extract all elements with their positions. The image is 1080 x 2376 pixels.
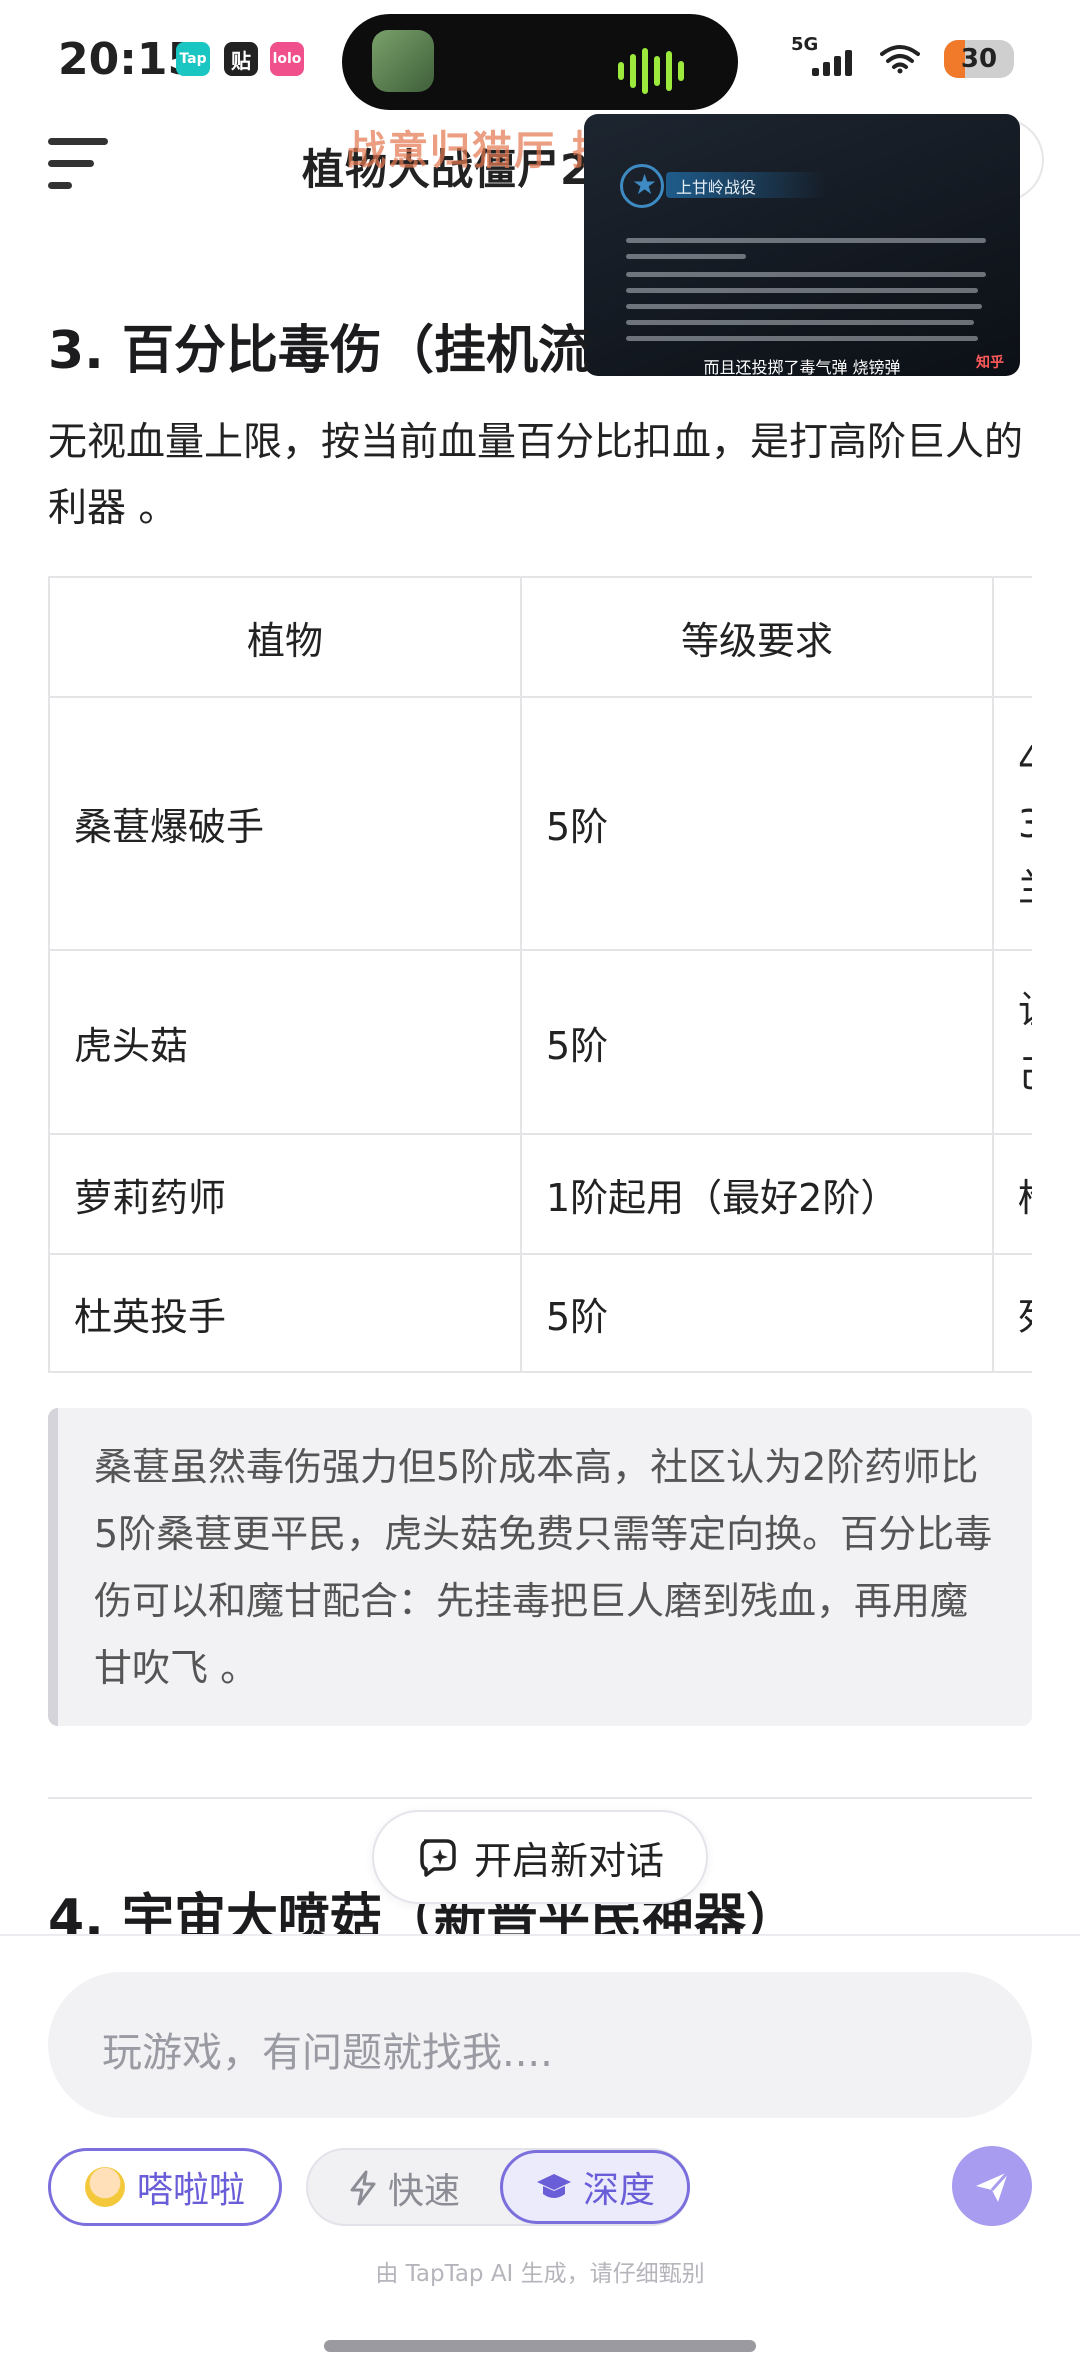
video-text-line bbox=[626, 288, 978, 293]
video-text-line bbox=[626, 320, 974, 325]
table-cell-level: 1阶起用（最好2阶） bbox=[520, 1133, 994, 1255]
table-cell-effect: 死 bbox=[992, 1253, 1032, 1373]
chat-input-placeholder: 玩游戏，有问题就找我.... bbox=[102, 2030, 553, 2076]
persona-avatar bbox=[84, 2167, 125, 2207]
signal-icon bbox=[812, 50, 852, 76]
table-cell-plant: 桑葚爆破手 bbox=[48, 696, 522, 951]
table-cell-effect: 4 3 兰 bbox=[992, 696, 1032, 951]
lolo-notification-icon: lolo bbox=[270, 42, 304, 76]
video-text-line bbox=[626, 304, 982, 309]
new-chat-label: 开启新对话 bbox=[473, 1838, 664, 1883]
video-text-line bbox=[626, 254, 746, 259]
dynamic-island[interactable] bbox=[342, 14, 738, 110]
floating-video-player[interactable]: ★ 上甘岭战役 而且还投掷了毒气弹 烧镑弹 知乎 bbox=[584, 114, 1020, 376]
note-blockquote: 桑葚虽然毒伤强力但5阶成本高，社区认为2阶药师比5阶桑葚更平民，虎头菇免费只需等… bbox=[48, 1408, 1032, 1726]
tieba-notification-icon: 贴 bbox=[224, 42, 258, 76]
video-text-line bbox=[626, 272, 986, 277]
section-heading-3: 3. 百分比毒伤（挂机流 bbox=[48, 321, 591, 381]
table-cell-level: 5阶 bbox=[520, 696, 994, 951]
taptap-notification-icon: Tap bbox=[176, 42, 210, 76]
home-indicator[interactable] bbox=[324, 2340, 756, 2352]
mode-fast-button[interactable]: 快速 bbox=[348, 2162, 460, 2214]
star-icon: ★ bbox=[632, 168, 658, 201]
mode-deep-label: 深度 bbox=[582, 2170, 655, 2211]
persona-button[interactable]: 嗒啦啦 bbox=[48, 2148, 282, 2226]
table-cell-plant: 萝莉药师 bbox=[48, 1133, 522, 1255]
video-text-line bbox=[626, 336, 978, 341]
mode-fast-label: 快速 bbox=[388, 2171, 461, 2212]
ai-disclaimer: 由 TapTap AI 生成，请仔细甄别 bbox=[375, 2261, 705, 2287]
send-icon bbox=[976, 2171, 1010, 2202]
table-header-row: 植物 等级要求 bbox=[48, 576, 1032, 698]
table-header-effect bbox=[992, 576, 1032, 698]
plant-table[interactable]: 植物 等级要求 桑葚爆破手 5阶 4 3 兰 虎头菇 5阶 让 己 萝莉药师 1… bbox=[48, 576, 1032, 1373]
video-subtitle: 而且还投掷了毒气弹 烧镑弹 bbox=[703, 358, 901, 376]
status-bar: 20:15 Tap 贴 lolo 5G 30 bbox=[0, 0, 1080, 120]
new-chat-icon bbox=[420, 1839, 456, 1877]
table-header-plant: 植物 bbox=[48, 576, 522, 698]
new-chat-button[interactable]: 开启新对话 bbox=[372, 1810, 708, 1904]
wifi-icon bbox=[880, 45, 920, 74]
persona-label: 嗒啦啦 bbox=[136, 2170, 245, 2211]
table-row: 萝莉药师 1阶起用（最好2阶） 椎 bbox=[48, 1133, 1032, 1255]
lightning-icon bbox=[350, 2170, 376, 2206]
zhihu-logo: 知乎 bbox=[976, 355, 1004, 371]
section-paragraph: 无视血量上限，按当前血量百分比扣血，是打高阶巨人的利器 。 bbox=[48, 420, 1024, 531]
table-cell-plant: 虎头菇 bbox=[48, 949, 522, 1135]
table-cell-effect: 让 己 bbox=[992, 949, 1032, 1135]
graduation-cap-icon bbox=[536, 2174, 571, 2198]
table-row: 虎头菇 5阶 让 己 bbox=[48, 949, 1032, 1135]
now-playing-thumbnail bbox=[372, 30, 434, 92]
video-heading: 上甘岭战役 bbox=[676, 178, 757, 197]
mode-toggle[interactable]: 快速 深度 bbox=[306, 2148, 690, 2226]
table-row: 桑葚爆破手 5阶 4 3 兰 bbox=[48, 696, 1032, 951]
table-header-level: 等级要求 bbox=[520, 576, 994, 698]
video-text-line bbox=[626, 238, 986, 243]
hamburger-menu-icon[interactable] bbox=[48, 138, 108, 190]
table-cell-level: 5阶 bbox=[520, 1253, 994, 1373]
table-cell-effect: 椎 bbox=[992, 1133, 1032, 1255]
table-cell-plant: 杜英投手 bbox=[48, 1253, 522, 1373]
table-cell-level: 5阶 bbox=[520, 949, 994, 1135]
mode-deep-button[interactable]: 深度 bbox=[500, 2150, 690, 2224]
audio-waveform-icon bbox=[618, 48, 684, 94]
table-row: 杜英投手 5阶 死 bbox=[48, 1253, 1032, 1373]
send-button[interactable] bbox=[952, 2146, 1032, 2226]
section-divider bbox=[48, 1797, 1032, 1799]
battery-icon: 30 bbox=[944, 40, 1014, 78]
battery-percentage: 30 bbox=[960, 44, 998, 74]
